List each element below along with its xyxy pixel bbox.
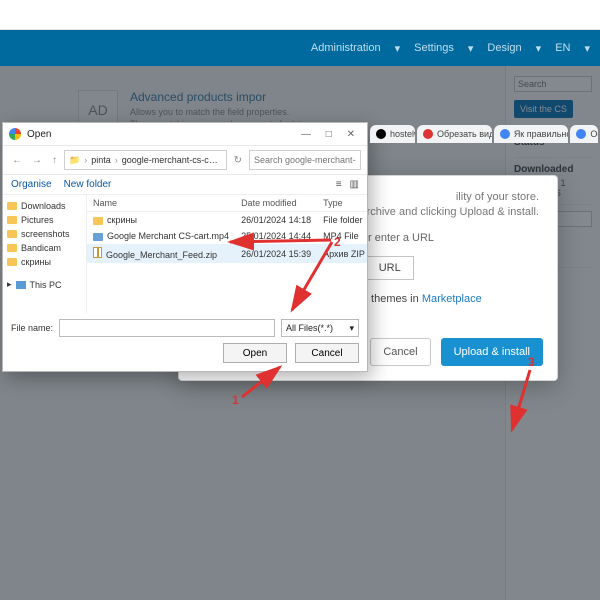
file-filter-dropdown[interactable]: All Files(*.*)▾ [281, 319, 359, 337]
col-type[interactable]: Type [317, 195, 367, 212]
browser-tab[interactable]: Обрезать видео он… [417, 125, 492, 143]
breadcrumb[interactable]: 📁› pinta› google-merchant-cs-c… [64, 150, 227, 170]
organise-menu[interactable]: Organise [11, 179, 52, 190]
nav-bandicam[interactable]: Bandicam [7, 241, 82, 255]
nav-downloads[interactable]: Downloads [7, 199, 82, 213]
browser-tab[interactable]: hostelway [370, 125, 415, 143]
nav-pictures[interactable]: Pictures [7, 213, 82, 227]
nav-pane: Downloads Pictures screenshots Bandicam … [3, 195, 87, 313]
filename-input[interactable] [59, 319, 275, 337]
dialog-title: Open [27, 129, 51, 140]
browser-tab[interactable]: Як правильно опис… [494, 125, 569, 143]
chevron-down-icon: ▾ [349, 323, 354, 334]
nav-item[interactable]: Administration [311, 42, 381, 54]
browser-tab[interactable]: Ос [570, 125, 598, 143]
col-date[interactable]: Date modified [235, 195, 317, 212]
marketplace-link[interactable]: Marketplace [422, 293, 482, 305]
nav-this-pc[interactable]: ▸This PC [7, 277, 82, 292]
back-icon[interactable]: ← [9, 155, 25, 166]
col-name[interactable]: Name [87, 195, 235, 212]
file-row[interactable]: Google Merchant CS-cart.mp4 25/01/2024 1… [87, 228, 367, 244]
modal-cancel-button[interactable]: Cancel [370, 338, 430, 366]
up-icon[interactable]: ↑ [49, 155, 60, 166]
nav-skriny[interactable]: скрины [7, 255, 82, 269]
dialog-search-input[interactable] [249, 150, 361, 170]
tab-url[interactable]: URL [367, 256, 414, 280]
file-row-selected[interactable]: Google_Merchant_Feed.zip 26/01/2024 15:3… [87, 244, 367, 263]
upload-install-button[interactable]: Upload & install [441, 338, 543, 366]
view-mode-icon[interactable]: ≡ [336, 179, 342, 190]
view-list-icon[interactable]: ▥ [350, 179, 359, 190]
filename-label: File name: [11, 323, 53, 333]
admin-navbar: Administration▾ Settings▾ Design▾ EN▾ [0, 30, 600, 66]
nav-item[interactable]: Settings [414, 42, 454, 54]
file-open-dialog: Open — □ ✕ ← → ↑ 📁› pinta› google-mercha… [2, 122, 368, 372]
nav-item[interactable]: Design [487, 42, 521, 54]
open-button[interactable]: Open [223, 343, 287, 363]
nav-item[interactable]: EN [555, 42, 570, 54]
window-buttons[interactable]: — □ ✕ [301, 129, 361, 140]
file-list: Name Date modified Type скрины 26/01/202… [87, 195, 367, 313]
chrome-icon [9, 128, 21, 140]
new-folder-button[interactable]: New folder [64, 179, 112, 190]
forward-icon[interactable]: → [29, 155, 45, 166]
nav-screenshots[interactable]: screenshots [7, 227, 82, 241]
browser-tabs: hostelway Обрезать видео он… Як правильн… [370, 122, 598, 146]
file-row[interactable]: скрины 26/01/2024 14:18 File folder [87, 212, 367, 229]
cancel-button[interactable]: Cancel [295, 343, 359, 363]
refresh-icon[interactable]: ↻ [231, 155, 245, 166]
